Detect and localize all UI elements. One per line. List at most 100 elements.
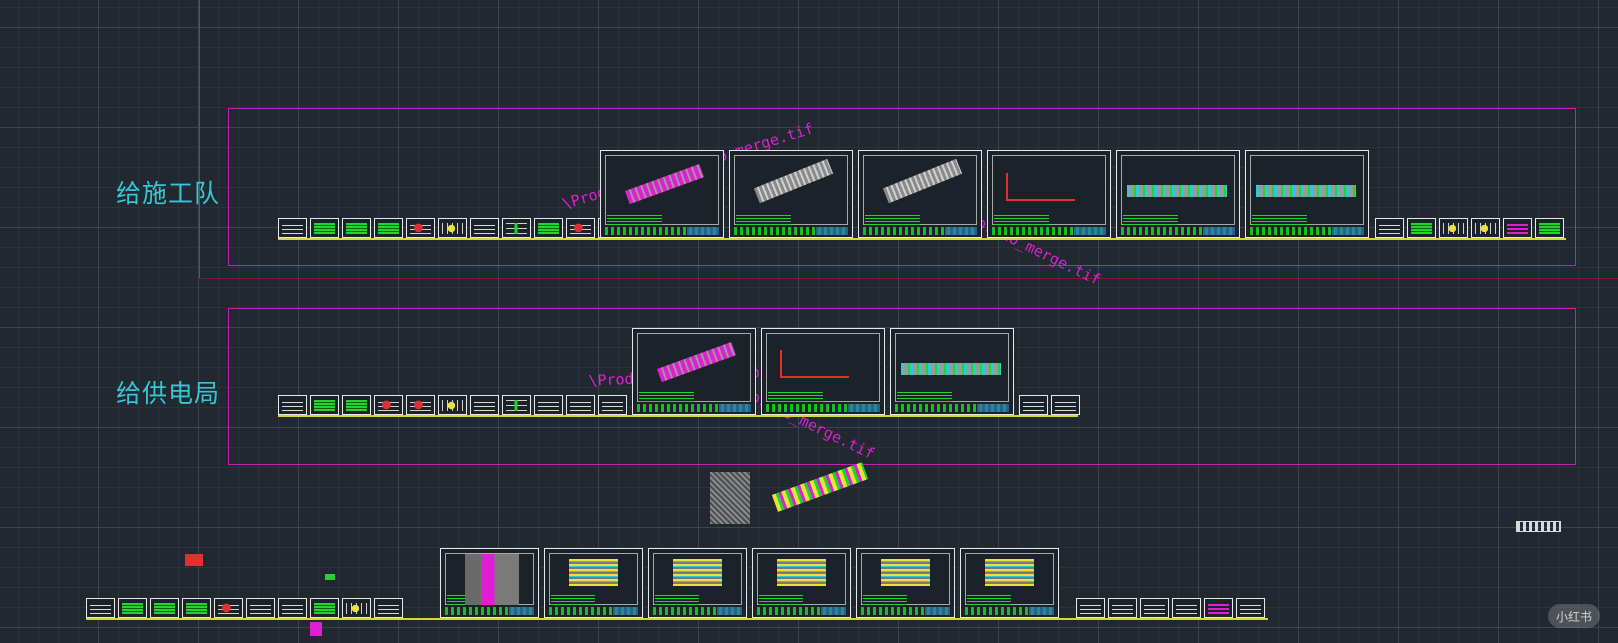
drawing-sheet[interactable] [342, 218, 371, 238]
drawing-sheet[interactable] [502, 395, 531, 415]
floor-plan-fragment[interactable] [710, 472, 750, 524]
sheet-content [1023, 400, 1044, 411]
drawing-sheet[interactable] [1051, 395, 1080, 415]
drawing-sheet[interactable] [566, 218, 595, 238]
drawing-sheet[interactable] [438, 218, 467, 238]
drawing-sheet[interactable] [987, 150, 1111, 238]
drawing-sheet[interactable] [1439, 218, 1468, 238]
drawing-sheet[interactable] [1471, 218, 1500, 238]
watermark: 小红书 [1548, 604, 1600, 628]
title-block [992, 227, 1106, 235]
drawing-sheet[interactable] [278, 598, 307, 618]
drawing-sheet[interactable] [890, 328, 1014, 415]
sheet-strip-baseline [86, 618, 1268, 620]
ucs-x-axis [199, 278, 1618, 279]
drawing-sheet[interactable] [1108, 598, 1137, 618]
drawing-sheet[interactable] [648, 548, 747, 618]
drawing-sheet[interactable] [246, 598, 275, 618]
sheet-drawing [900, 363, 1001, 375]
drawing-sheet[interactable] [1116, 150, 1240, 238]
sheet-content [378, 400, 399, 411]
title-block [637, 404, 751, 412]
drawing-sheet[interactable] [761, 328, 885, 415]
drawing-sheet[interactable] [150, 598, 179, 618]
sheet-drawing [780, 350, 850, 379]
sheet-content [314, 400, 335, 411]
drawing-sheet[interactable] [1535, 218, 1564, 238]
title-block [734, 227, 848, 235]
drawing-sheet[interactable] [182, 598, 211, 618]
drawing-sheet[interactable] [342, 598, 371, 618]
drawing-sheet[interactable] [632, 328, 756, 415]
drawing-sheet[interactable] [1076, 598, 1105, 618]
drawing-sheet[interactable] [1245, 150, 1369, 238]
sheet-drawing [673, 559, 722, 587]
sheet-notes [1123, 215, 1178, 225]
sheet-content [1379, 223, 1400, 234]
sheet-content [1475, 223, 1496, 234]
sheet-notes [865, 215, 920, 225]
marker-fragment[interactable] [325, 574, 335, 580]
sheet-notes [768, 392, 823, 402]
drawing-sheet[interactable] [440, 548, 539, 618]
sheet-drawing [569, 559, 618, 587]
drawing-sheet[interactable] [310, 395, 339, 415]
drawing-sheet[interactable] [1172, 598, 1201, 618]
ucs-y-axis [199, 0, 200, 278]
drawing-sheet[interactable] [566, 395, 595, 415]
drawing-sheet[interactable] [960, 548, 1059, 618]
marker-fragment[interactable] [310, 622, 322, 636]
legend-table[interactable] [1516, 521, 1561, 532]
drawing-sheet[interactable] [278, 218, 307, 238]
drawing-sheet[interactable] [752, 548, 851, 618]
drawing-sheet[interactable] [729, 150, 853, 238]
sheet-drawing [1126, 185, 1227, 198]
sheet-strip-baseline [278, 415, 1078, 417]
drawing-sheet[interactable] [470, 395, 499, 415]
title-block [861, 607, 950, 615]
drawing-sheet[interactable] [858, 150, 982, 238]
cad-model-space[interactable]: 给施工队 给供电局 \Production_2_ortho_merge.tif … [0, 0, 1618, 643]
drawing-sheet[interactable] [342, 395, 371, 415]
drawing-sheet[interactable] [470, 218, 499, 238]
sheet-content [474, 400, 495, 411]
drawing-sheet[interactable] [600, 150, 724, 238]
drawing-sheet[interactable] [278, 395, 307, 415]
drawing-sheet[interactable] [534, 395, 563, 415]
drawing-sheet[interactable] [598, 395, 627, 415]
drawing-sheet[interactable] [374, 598, 403, 618]
drawing-sheet[interactable] [1140, 598, 1169, 618]
drawing-sheet[interactable] [1204, 598, 1233, 618]
pipeline-fragment[interactable] [771, 462, 869, 512]
drawing-sheet[interactable] [310, 598, 339, 618]
sheet-content [442, 223, 463, 234]
drawing-sheet[interactable] [374, 395, 403, 415]
drawing-sheet[interactable] [374, 218, 403, 238]
drawing-sheet[interactable] [118, 598, 147, 618]
drawing-sheet[interactable] [1375, 218, 1404, 238]
title-block [605, 227, 719, 235]
drawing-sheet[interactable] [214, 598, 243, 618]
title-block [1250, 227, 1364, 235]
drawing-sheet[interactable] [406, 218, 435, 238]
drawing-sheet[interactable] [438, 395, 467, 415]
drawing-sheet[interactable] [544, 548, 643, 618]
sheet-content [1539, 223, 1560, 234]
drawing-sheet[interactable] [1503, 218, 1532, 238]
sheet-content [218, 603, 239, 614]
sheet-content [346, 603, 367, 614]
sheet-content [570, 400, 591, 411]
drawing-sheet[interactable] [1407, 218, 1436, 238]
drawing-sheet[interactable] [502, 218, 531, 238]
title-block [965, 607, 1054, 615]
title-block [1121, 227, 1235, 235]
drawing-sheet[interactable] [310, 218, 339, 238]
drawing-sheet[interactable] [534, 218, 563, 238]
marker-fragment[interactable] [185, 554, 203, 566]
drawing-sheet[interactable] [406, 395, 435, 415]
sheet-content [282, 223, 303, 234]
drawing-sheet[interactable] [1019, 395, 1048, 415]
drawing-sheet[interactable] [1236, 598, 1265, 618]
drawing-sheet[interactable] [856, 548, 955, 618]
drawing-sheet[interactable] [86, 598, 115, 618]
